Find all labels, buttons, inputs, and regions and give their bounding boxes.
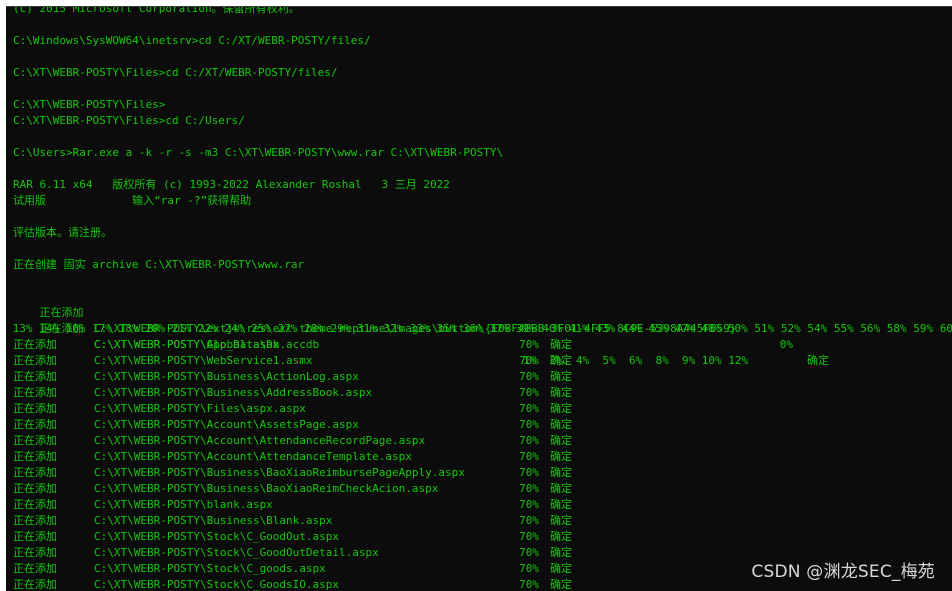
console-window[interactable]: (c) 2015 Microsoft Corporation。保留所有权利。 C… bbox=[6, 6, 952, 591]
rar-command-line: C:\Users>Rar.exe a -k -r -s -m3 C:\XT\WE… bbox=[13, 146, 504, 159]
adding-label: 正在添加 bbox=[13, 434, 57, 447]
progress-percent: 70% bbox=[519, 562, 539, 575]
progress-percent: 70% bbox=[519, 466, 539, 479]
file-path: C:\XT\WEBR-POSTY\Account\AttendanceRecor… bbox=[94, 434, 426, 447]
file-path: C:\XT\WEBR-POSTY\Files\aspx.aspx bbox=[94, 402, 306, 415]
progress-percent: 70% bbox=[519, 434, 539, 447]
command-line: C:\XT\WEBR-POSTY\Files>cd C:/Users/ bbox=[13, 114, 245, 127]
adding-label: 正在添加 bbox=[13, 466, 57, 479]
file-path: C:\XT\WEBR-POSTY\Stock\C_GoodsIO.aspx bbox=[94, 578, 340, 591]
file-path: C:\XT\WEBR-POSTY\Stock\C_goods.aspx bbox=[94, 562, 326, 575]
adding-label: 正在添加 bbox=[13, 546, 57, 559]
file-path: C:\XT\WEBR-POSTY\Business\AddressBook.as… bbox=[94, 386, 373, 399]
status-ok: 确定 bbox=[550, 578, 572, 591]
adding-label: 正在添加 bbox=[13, 498, 57, 511]
adding-line: 正在添加 C:\XT\WEBR-POSTY\WebService1.asmx 70%… bbox=[13, 353, 572, 369]
file-path: C:\XT\WEBR-POSTY\WebService1.asmx bbox=[94, 354, 313, 367]
adding-line: 正在添加 C:\XT\WEBR-POSTY\Account\AttendanceR… bbox=[13, 433, 572, 449]
adding-line: 正在添加 C:\XT\WEBR-POSTY\extjs\res\ext-them… bbox=[13, 289, 830, 367]
file-path: C:\XT\WEBR-POSTY\Account\AttendanceTempl… bbox=[94, 450, 412, 463]
adding-label: 正在添加 bbox=[13, 482, 57, 495]
copyright-line: (c) 2015 Microsoft Corporation。保留所有权利。 bbox=[13, 6, 300, 15]
adding-label: 正在添加 bbox=[13, 530, 57, 543]
progress-percent: 70% bbox=[519, 402, 539, 415]
adding-line: 正在添加 C:\XT\WEBR-POSTY\blank.aspx 70% 确定 bbox=[13, 497, 572, 513]
file-path: C:\XT\WEBR-POSTY\Business\Blank.aspx bbox=[94, 514, 333, 527]
adding-label: 正在添加 bbox=[13, 402, 57, 415]
eval-line: 评估版本。请注册。 bbox=[13, 226, 112, 239]
command-line: C:\Windows\SysWOW64\inetsrv>cd C:/XT/WEB… bbox=[13, 34, 371, 47]
file-path: C:\XT\WEBR-POSTY\Stock\C_GoodOut.aspx bbox=[94, 530, 340, 543]
status-ok: 确定 bbox=[550, 370, 572, 383]
progress-percent: 70% bbox=[519, 418, 539, 431]
trial-line: 试用版 输入“rar -?”获得帮助 bbox=[13, 194, 252, 207]
status-ok: 确定 bbox=[550, 466, 572, 479]
adding-line: 正在添加 C:\XT\WEBR-POSTY\Files\aspx.aspx 70% 确… bbox=[13, 401, 572, 417]
adding-label: 正在添加 bbox=[13, 450, 57, 463]
status-ok: 确定 bbox=[550, 386, 572, 399]
adding-line: 正在添加 C:\XT\WEBR-POSTY\Business\AddressBoo… bbox=[13, 385, 572, 401]
prompt-line: C:\XT\WEBR-POSTY\Files> bbox=[13, 98, 166, 111]
status-ok: 确定 bbox=[550, 514, 572, 527]
progress-percent: 70% bbox=[519, 354, 539, 367]
command-line: C:\XT\WEBR-POSTY\Files>cd C:/XT/WEBR-POS… bbox=[13, 66, 338, 79]
adding-label: 正在添加 bbox=[13, 370, 57, 383]
file-path: C:\XT\WEBR-POSTY\Account\AssetsPage.aspx bbox=[94, 418, 359, 431]
file-path: C:\XT\WEBR-POSTY\blank.aspx bbox=[94, 498, 273, 511]
progress-percent: 70% bbox=[519, 370, 539, 383]
rar-version-line: RAR 6.11 x64 版权所有 (c) 1993-2022 Alexande… bbox=[13, 178, 450, 191]
status-ok: 确定 bbox=[550, 482, 572, 495]
file-path: C:\XT\WEBR-POSTY\Stock\C_GoodOutDetail.a… bbox=[94, 546, 379, 559]
progress-percent: 70% bbox=[519, 386, 539, 399]
adding-line: 正在添加 C:\XT\WEBR-POSTY\Account\AttendanceT… bbox=[13, 449, 572, 465]
progress-line: 13% 14% 16% 17% 18% 20% 21% 22% 24% 25% … bbox=[6, 322, 952, 335]
adding-label: 正在添加 bbox=[13, 578, 57, 591]
adding-line: 正在添加 C:\XT\WEBR-POSTY\Business\Blank.aspx… bbox=[13, 513, 572, 529]
adding-line: 正在添加 C:\XT\WEBR-POSTY\Stock\C_GoodsIO.asp… bbox=[13, 577, 572, 591]
status-ok: 确定 bbox=[807, 354, 829, 367]
adding-line: 正在添加 C:\XT\WEBR-POSTY\Business\BaoXiaoRei… bbox=[13, 465, 572, 481]
adding-line: 正在添加 C:\XT\WEBR-POSTY\Business\BaoXiaoRei… bbox=[13, 481, 572, 497]
file-path: C:\XT\WEBR-POSTY\Business\BaoXiaoReimChe… bbox=[94, 482, 439, 495]
adding-label: 正在添加 bbox=[13, 354, 57, 367]
status-ok: 确定 bbox=[550, 418, 572, 431]
adding-line: 正在添加 C:\XT\WEBR-POSTY\Stock\C_GoodOut.asp… bbox=[13, 529, 572, 545]
adding-line: 正在添加 C:\XT\WEBR-POSTY\Business\ActionLog.… bbox=[13, 369, 572, 385]
progress-percent: 70% bbox=[519, 450, 539, 463]
progress-percent: 70% bbox=[519, 546, 539, 559]
status-ok: 确定 bbox=[550, 402, 572, 415]
status-ok: 确定 bbox=[550, 354, 572, 367]
adding-label: 正在添加 bbox=[13, 386, 57, 399]
progress-percent: 70% bbox=[519, 530, 539, 543]
adding-line: 正在添加 C:\XT\WEBR-POSTY\Global.asax 70% 确定 bbox=[13, 337, 572, 353]
status-ok: 确定 bbox=[550, 338, 572, 351]
creating-archive-line: 正在创建 固实 archive C:\XT\WEBR-POSTY\www.rar bbox=[13, 258, 305, 271]
adding-line: 正在添加 C:\XT\WEBR-POSTY\App_Data\Db.accdb … bbox=[13, 305, 749, 367]
progress-percent: 70% bbox=[519, 578, 539, 591]
status-ok: 确定 bbox=[550, 530, 572, 543]
progress-percent: 70% bbox=[519, 514, 539, 527]
watermark: CSDN @渊龙SEC_梅苑 bbox=[751, 562, 935, 582]
adding-label: 正在添加 bbox=[13, 514, 57, 527]
adding-line: 正在添加 C:\XT\WEBR-POSTY\Stock\C_goods.aspx 7… bbox=[13, 561, 572, 577]
status-ok: 确定 bbox=[550, 546, 572, 559]
progress-percent: 70% bbox=[519, 498, 539, 511]
adding-label: 正在添加 bbox=[13, 562, 57, 575]
adding-label: 正在添加 bbox=[13, 418, 57, 431]
progress-percent: 0% bbox=[779, 338, 793, 351]
adding-line: 正在添加 C:\XT\WEBR-POSTY\Account\AssetsPage.… bbox=[13, 417, 572, 433]
status-ok: 确定 bbox=[550, 498, 572, 511]
progress-percent: 70% bbox=[519, 482, 539, 495]
file-path: C:\XT\WEBR-POSTY\Business\BaoXiaoReimbur… bbox=[94, 466, 465, 479]
adding-line: 正在添加 C:\XT\WEBR-POSTY\Stock\C_GoodOutDeta… bbox=[13, 545, 572, 561]
status-ok: 确定 bbox=[550, 434, 572, 447]
status-ok: 确定 bbox=[550, 562, 572, 575]
status-ok: 确定 bbox=[550, 450, 572, 463]
file-path: C:\XT\WEBR-POSTY\Business\ActionLog.aspx bbox=[94, 370, 359, 383]
progress-percent: 70% bbox=[519, 338, 539, 351]
file-path: C:\XT\WEBR-POSTY\Global.asax bbox=[94, 338, 280, 351]
adding-label: 正在添加 bbox=[13, 338, 57, 351]
